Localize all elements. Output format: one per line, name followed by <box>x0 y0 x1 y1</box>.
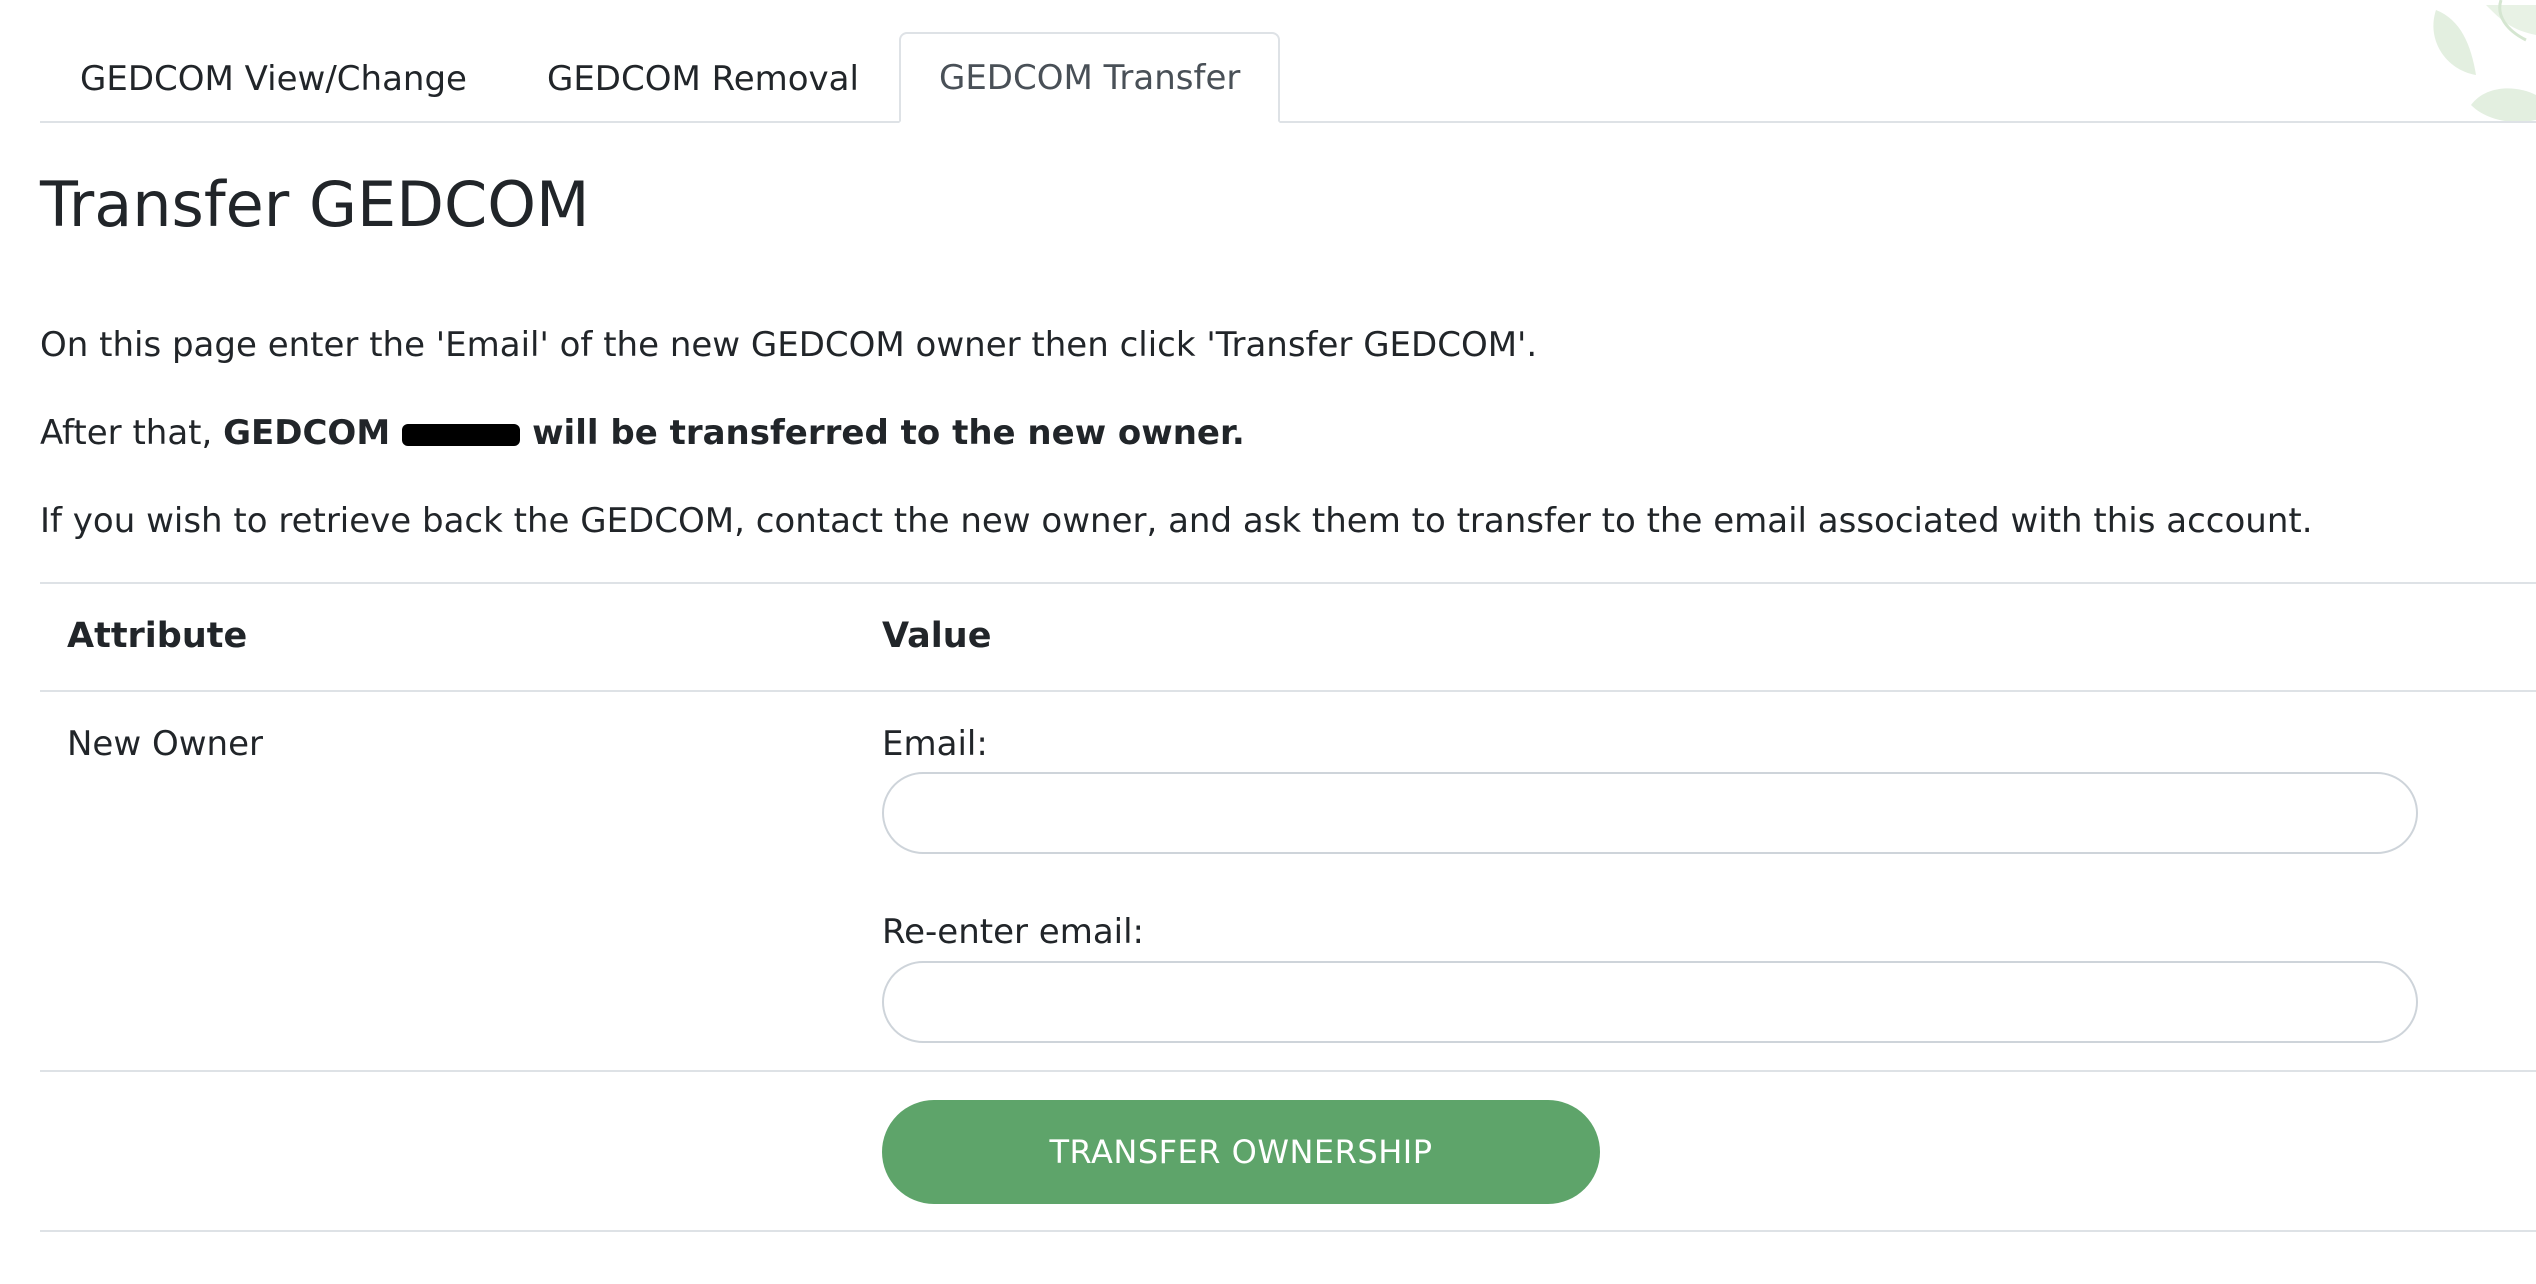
tab-gedcom-transfer[interactable]: GEDCOM Transfer <box>898 32 1281 123</box>
page-title: Transfer GEDCOM <box>40 168 590 241</box>
table-top-divider <box>40 582 2536 584</box>
email-input[interactable] <box>882 772 2418 854</box>
page: GEDCOM View/Change GEDCOM Removal GEDCOM… <box>0 0 2536 1284</box>
tab-gedcom-view-change[interactable]: GEDCOM View/Change <box>40 34 507 123</box>
header-attribute: Attribute <box>67 616 248 656</box>
row-label-new-owner: New Owner <box>67 724 263 764</box>
tab-gedcom-removal[interactable]: GEDCOM Removal <box>507 34 899 123</box>
header-value: Value <box>882 616 992 656</box>
header-divider <box>40 690 2536 692</box>
transfer-notice-bold: GEDCOM 39102 will be transferred to the … <box>223 413 1245 453</box>
transfer-notice-end: will be transferred to the new owner. <box>520 413 1245 453</box>
email-label: Email: <box>882 724 988 764</box>
retrieve-text: If you wish to retrieve back the GEDCOM,… <box>40 501 2313 541</box>
gedcom-word: GEDCOM <box>223 413 403 453</box>
transfer-ownership-button[interactable]: TRANSFER OWNERSHIP <box>882 1100 1600 1204</box>
tab-bar: GEDCOM View/Change GEDCOM Removal GEDCOM… <box>40 30 2536 123</box>
intro-text: On this page enter the 'Email' of the ne… <box>40 325 1538 365</box>
reenter-email-label: Re-enter email: <box>882 912 1145 952</box>
transfer-notice: After that, GEDCOM 39102 will be transfe… <box>40 411 1245 455</box>
table-bottom-divider <box>40 1230 2536 1232</box>
reenter-email-input[interactable] <box>882 961 2418 1043</box>
redacted-gedcom-id: 39102 <box>402 423 521 446</box>
row-divider <box>40 1070 2536 1072</box>
transfer-notice-prefix: After that, <box>40 413 224 453</box>
